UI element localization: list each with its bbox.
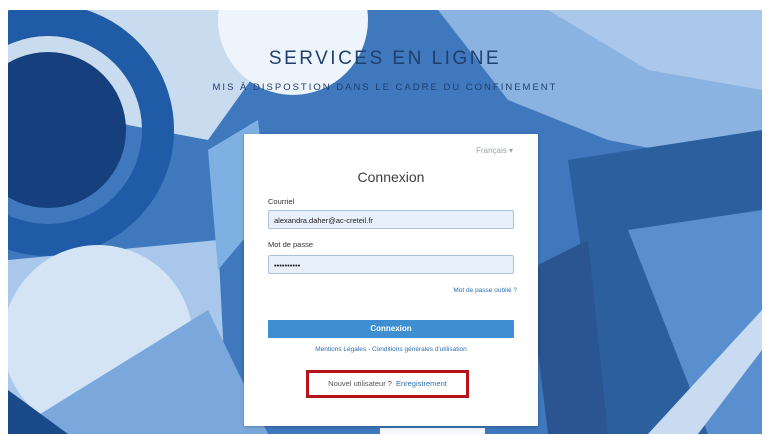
- page-background: SERVICES EN LIGNE MIS À DISPOSTION DANS …: [8, 10, 762, 434]
- email-label: Courriel: [268, 197, 295, 206]
- legal-links: Mentions Légales - Conditions générales …: [244, 346, 538, 353]
- legal-mentions-link[interactable]: Mentions Légales: [315, 346, 366, 353]
- email-field[interactable]: alexandra.daher@ac-creteil.fr: [268, 210, 514, 229]
- hero-title: SERVICES EN LIGNE: [268, 48, 502, 69]
- signup-highlight-box: Nouvel utilisateur ? Enregistrement: [306, 370, 469, 398]
- terms-link[interactable]: Conditions générales d'utilisation: [372, 346, 467, 353]
- password-field[interactable]: ••••••••••: [268, 255, 514, 274]
- hero-subtitle: MIS À DISPOSTION DANS LE CADRE DU CONFIN…: [212, 82, 558, 93]
- forgot-password-link[interactable]: Mot de passe oublié ?: [453, 287, 517, 294]
- password-label: Mot de passe: [268, 240, 314, 249]
- language-selector[interactable]: Français ▾: [476, 146, 513, 155]
- login-title: Connexion: [357, 169, 425, 185]
- new-user-text: Nouvel utilisateur ?: [328, 379, 392, 388]
- login-button[interactable]: Connexion: [268, 320, 514, 338]
- login-card: Français ▾ Connexion Courriel alexandra.…: [244, 134, 538, 426]
- register-link[interactable]: Enregistrement: [396, 379, 447, 388]
